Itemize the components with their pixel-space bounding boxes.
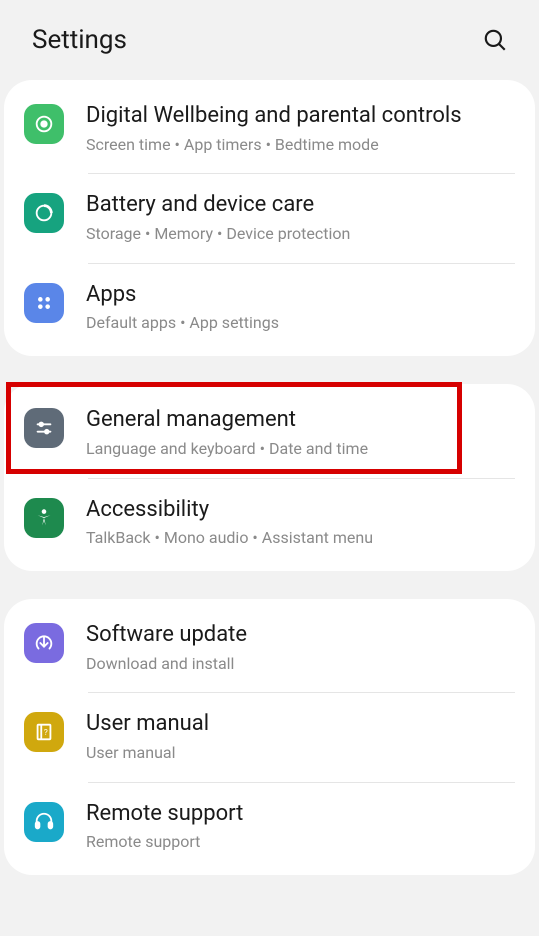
search-button[interactable] [479, 24, 511, 56]
row-accessibility[interactable]: Accessibility TalkBack • Mono audio • As… [4, 478, 535, 567]
row-user-manual[interactable]: ? User manual User manual [4, 692, 535, 781]
row-text: Battery and device care Storage • Memory… [86, 191, 515, 244]
settings-group-3: Software update Download and install ? U… [4, 599, 535, 875]
row-subtitle: User manual [86, 743, 515, 764]
manual-icon: ? [24, 712, 64, 752]
row-text: Apps Default apps • App settings [86, 281, 515, 334]
row-title: Battery and device care [86, 191, 515, 220]
update-icon [24, 623, 64, 663]
row-text: Accessibility TalkBack • Mono audio • As… [86, 496, 515, 549]
general-icon [24, 408, 64, 448]
row-text: Software update Download and install [86, 621, 515, 674]
row-subtitle: Remote support [86, 832, 515, 853]
settings-group-2: General management Language and keyboard… [4, 384, 535, 571]
row-text: Remote support Remote support [86, 800, 515, 853]
row-digital-wellbeing[interactable]: Digital Wellbeing and parental controls … [4, 84, 535, 173]
row-battery-device-care[interactable]: Battery and device care Storage • Memory… [4, 173, 535, 262]
row-subtitle: Storage • Memory • Device protection [86, 224, 515, 245]
device-care-icon [24, 193, 64, 233]
support-icon [24, 802, 64, 842]
svg-text:?: ? [44, 728, 48, 738]
row-subtitle: TalkBack • Mono audio • Assistant menu [86, 528, 515, 549]
accessibility-icon [24, 498, 64, 538]
row-title: User manual [86, 710, 515, 739]
wellbeing-icon [24, 104, 64, 144]
row-apps[interactable]: Apps Default apps • App settings [4, 263, 535, 352]
row-title: Software update [86, 621, 515, 650]
row-text: User manual User manual [86, 710, 515, 763]
row-title: Remote support [86, 800, 515, 829]
row-title: Accessibility [86, 496, 515, 525]
row-subtitle: Screen time • App timers • Bedtime mode [86, 135, 515, 156]
header: Settings [0, 0, 539, 80]
row-subtitle: Download and install [86, 654, 515, 675]
row-title: Digital Wellbeing and parental controls [86, 102, 515, 131]
settings-group-1: Digital Wellbeing and parental controls … [4, 80, 535, 356]
row-title: General management [86, 406, 515, 435]
apps-icon [24, 283, 64, 323]
row-general-management[interactable]: General management Language and keyboard… [4, 388, 535, 477]
row-text: Digital Wellbeing and parental controls … [86, 102, 515, 155]
row-text: General management Language and keyboard… [86, 406, 515, 459]
row-remote-support[interactable]: Remote support Remote support [4, 782, 535, 871]
row-subtitle: Language and keyboard • Date and time [86, 439, 515, 460]
row-software-update[interactable]: Software update Download and install [4, 603, 535, 692]
row-title: Apps [86, 281, 515, 310]
page-title: Settings [32, 25, 127, 55]
search-icon [482, 27, 508, 53]
row-subtitle: Default apps • App settings [86, 313, 515, 334]
